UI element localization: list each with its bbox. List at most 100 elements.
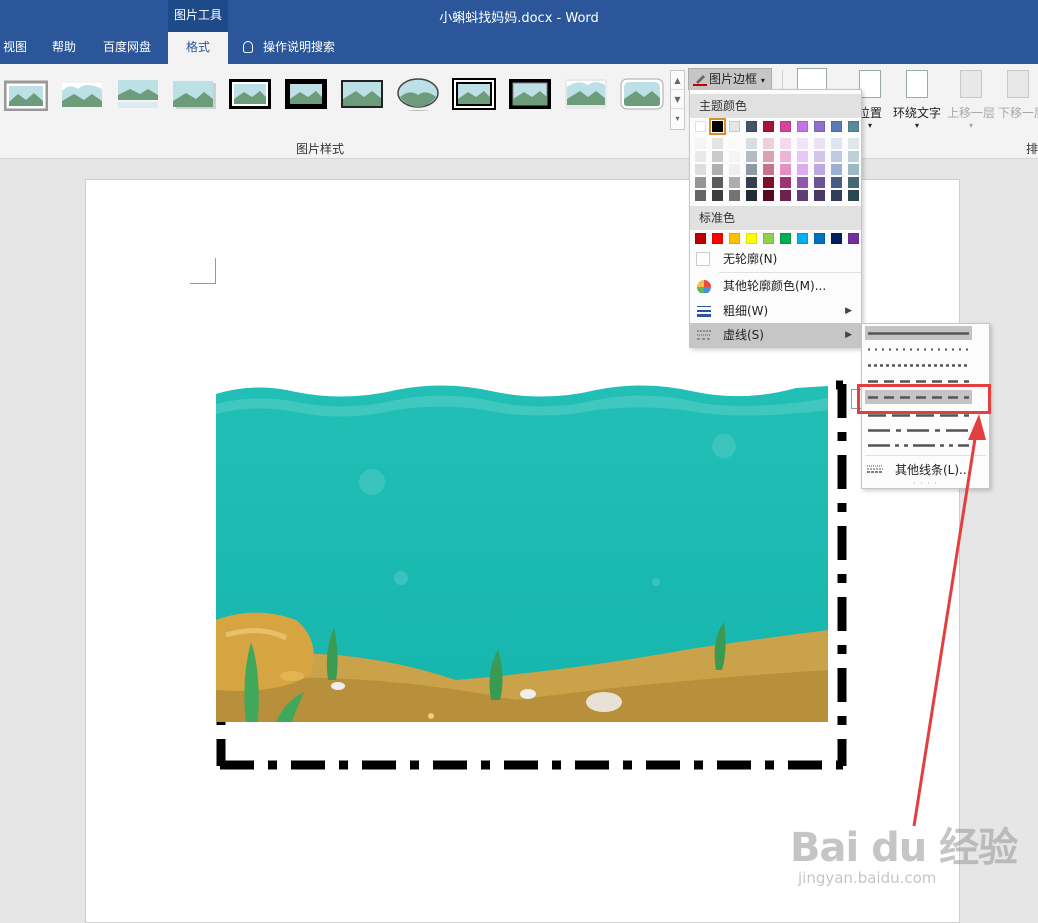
standard-color-swatch[interactable] <box>712 233 723 244</box>
theme-color-shade-swatch[interactable] <box>797 138 808 149</box>
style-thumb-reflected[interactable] <box>116 77 160 111</box>
theme-color-shade-swatch[interactable] <box>695 177 706 188</box>
theme-color-swatch[interactable] <box>695 121 706 132</box>
bring-forward-button[interactable]: 上移一层 ▾ <box>946 70 996 130</box>
style-thumb-rounded-soft[interactable] <box>564 77 608 111</box>
theme-color-shade-swatch[interactable] <box>831 164 842 175</box>
style-thumb-soft-edge[interactable] <box>60 77 104 111</box>
theme-color-shade-swatch[interactable] <box>848 190 859 201</box>
theme-color-shade-swatch[interactable] <box>746 190 757 201</box>
theme-color-shade-swatch[interactable] <box>814 151 825 162</box>
standard-color-swatch[interactable] <box>797 233 808 244</box>
standard-color-swatch[interactable] <box>831 233 842 244</box>
dash-option-round-dot[interactable] <box>865 342 972 356</box>
standard-color-swatch[interactable] <box>780 233 791 244</box>
theme-color-shade-swatch[interactable] <box>746 164 757 175</box>
theme-color-shade-swatch[interactable] <box>848 151 859 162</box>
theme-color-shade-swatch[interactable] <box>831 151 842 162</box>
theme-color-swatch[interactable] <box>780 121 791 132</box>
theme-color-shade-swatch[interactable] <box>814 190 825 201</box>
theme-color-shade-swatch[interactable] <box>763 177 774 188</box>
scroll-down-icon[interactable]: ▼ <box>671 90 684 109</box>
tab-format[interactable]: 格式 <box>168 32 228 64</box>
theme-color-shade-swatch[interactable] <box>797 164 808 175</box>
more-lines-item[interactable]: 其他线条(L)... <box>862 459 989 481</box>
weight-item[interactable]: 粗细(W) ▶ <box>690 299 861 324</box>
tell-me-search[interactable]: 操作说明搜索 <box>243 32 335 64</box>
theme-color-shade-swatch[interactable] <box>712 190 723 201</box>
theme-color-shade-swatch[interactable] <box>746 151 757 162</box>
theme-color-shade-swatch[interactable] <box>763 190 774 201</box>
theme-color-shade-swatch[interactable] <box>814 138 825 149</box>
standard-color-swatch[interactable] <box>763 233 774 244</box>
standard-color-swatch[interactable] <box>848 233 859 244</box>
theme-color-shade-swatch[interactable] <box>780 164 791 175</box>
theme-color-shade-swatch[interactable] <box>746 177 757 188</box>
gallery-expand-icon[interactable]: ▾ <box>671 109 684 128</box>
dash-option-solid[interactable] <box>865 326 972 340</box>
theme-color-shade-swatch[interactable] <box>848 177 859 188</box>
theme-color-shade-swatch[interactable] <box>797 177 808 188</box>
theme-color-shade-swatch[interactable] <box>814 177 825 188</box>
theme-color-shade-swatch[interactable] <box>746 138 757 149</box>
tab-help[interactable]: 帮助 <box>44 32 84 64</box>
theme-color-shade-swatch[interactable] <box>729 177 740 188</box>
theme-color-shade-swatch[interactable] <box>797 190 808 201</box>
picture-border-button[interactable]: 图片边框 ▾ <box>688 68 772 90</box>
scroll-up-icon[interactable]: ▲ <box>671 71 684 90</box>
tab-view[interactable]: 视图 <box>0 32 30 64</box>
theme-color-shade-swatch[interactable] <box>729 190 740 201</box>
style-thumb-rounded-white[interactable] <box>620 77 664 111</box>
theme-color-shade-swatch[interactable] <box>712 177 723 188</box>
theme-color-shade-swatch[interactable] <box>848 138 859 149</box>
theme-color-shade-swatch[interactable] <box>695 164 706 175</box>
theme-color-shade-swatch[interactable] <box>814 164 825 175</box>
standard-color-swatch[interactable] <box>814 233 825 244</box>
style-thumb-black-matte[interactable] <box>508 77 552 111</box>
theme-color-shade-swatch[interactable] <box>763 164 774 175</box>
theme-color-swatch[interactable] <box>746 121 757 132</box>
send-backward-button[interactable]: 下移一层 <box>998 70 1038 121</box>
styles-gallery-scroll[interactable]: ▲ ▼ ▾ <box>670 70 685 130</box>
standard-color-swatch[interactable] <box>729 233 740 244</box>
theme-color-shade-swatch[interactable] <box>729 138 740 149</box>
theme-color-swatch[interactable] <box>729 121 740 132</box>
theme-color-shade-swatch[interactable] <box>763 151 774 162</box>
more-outline-colors-item[interactable]: 其他轮廓颜色(M)... <box>690 274 861 299</box>
theme-color-shade-swatch[interactable] <box>780 190 791 201</box>
theme-color-shade-swatch[interactable] <box>695 190 706 201</box>
theme-color-shade-swatch[interactable] <box>695 151 706 162</box>
standard-color-swatch[interactable] <box>746 233 757 244</box>
dash-option-long-dash-dot-dot[interactable] <box>865 438 972 452</box>
style-thumb-drop-shadow[interactable] <box>172 77 216 111</box>
theme-color-shade-swatch[interactable] <box>729 164 740 175</box>
theme-color-shade-swatch[interactable] <box>780 151 791 162</box>
theme-color-shade-swatch[interactable] <box>712 164 723 175</box>
dashes-item[interactable]: 虚线(S) ▶ <box>690 323 861 348</box>
theme-color-shade-swatch[interactable] <box>780 177 791 188</box>
style-thumb-black-frame[interactable] <box>228 77 272 111</box>
theme-color-swatch[interactable] <box>831 121 842 132</box>
theme-color-shade-swatch[interactable] <box>712 138 723 149</box>
style-thumb-double-frame[interactable] <box>452 77 496 111</box>
theme-color-swatch[interactable] <box>848 121 859 132</box>
theme-color-swatch[interactable] <box>763 121 774 132</box>
dash-option-long-dash-dot[interactable] <box>865 423 972 437</box>
tab-baidu-netdisk[interactable]: 百度网盘 <box>96 32 158 64</box>
theme-color-shade-swatch[interactable] <box>831 190 842 201</box>
theme-color-shade-swatch[interactable] <box>831 177 842 188</box>
theme-color-shade-swatch[interactable] <box>712 151 723 162</box>
style-thumb-thick-black-frame[interactable] <box>284 77 328 111</box>
theme-color-swatch[interactable] <box>709 118 726 135</box>
theme-color-shade-swatch[interactable] <box>763 138 774 149</box>
resize-grip-icon[interactable]: · · · · <box>862 479 989 488</box>
theme-color-shade-swatch[interactable] <box>695 138 706 149</box>
dash-option-square-dot[interactable] <box>865 358 972 372</box>
style-thumb-simple-black[interactable] <box>340 77 384 111</box>
no-outline-item[interactable]: 无轮廓(N) <box>690 247 861 272</box>
selected-picture[interactable] <box>216 380 847 770</box>
theme-color-shade-swatch[interactable] <box>729 151 740 162</box>
style-thumb-simple-frame-white[interactable] <box>4 77 48 111</box>
theme-color-shade-swatch[interactable] <box>780 138 791 149</box>
style-thumb-oval[interactable] <box>396 77 440 111</box>
